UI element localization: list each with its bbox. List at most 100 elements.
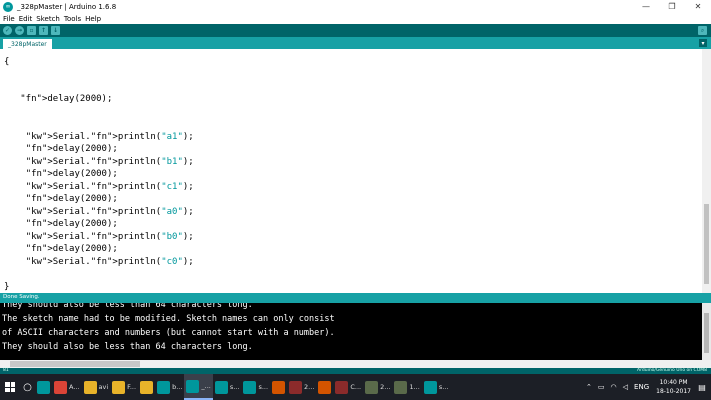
window-icon (335, 380, 349, 394)
editor-scroll-thumb[interactable] (704, 204, 709, 284)
verify-button[interactable]: ✓ (3, 26, 12, 35)
menu-tools[interactable]: Tools (64, 15, 81, 23)
upload-button[interactable]: → (15, 26, 24, 35)
taskbar-app[interactable]: A... (52, 374, 82, 400)
serial-monitor-button[interactable]: ⌕ (698, 26, 707, 35)
save-button[interactable]: ↓ (51, 26, 60, 35)
window-controls: — ❐ ✕ (633, 0, 711, 13)
taskbar-app-label: _... (201, 382, 211, 390)
status-message: Done Saving. (3, 294, 40, 300)
title-bar: ∞ _328pMaster | Arduino 1.6.8 — ❐ ✕ (0, 0, 711, 13)
taskbar-app-label: s... (229, 383, 240, 391)
menu-file[interactable]: File (3, 15, 15, 23)
tab-menu-button[interactable]: ▾ (699, 39, 707, 47)
taskbar-app-label: s... (438, 383, 449, 391)
volume-icon[interactable]: ◁ (623, 383, 628, 391)
taskbar-app[interactable]: 1... (392, 374, 421, 400)
editor-scrollbar[interactable] (702, 49, 711, 293)
taskbar-app[interactable] (316, 374, 333, 400)
taskbar-app[interactable]: _... (184, 374, 213, 400)
taskbar-app[interactable] (35, 374, 52, 400)
console-scroll-thumb[interactable] (704, 313, 709, 353)
line-number: 81 (3, 368, 9, 373)
arduino-icon (157, 380, 171, 394)
start-button[interactable] (0, 374, 20, 400)
toolbar: ✓ → ▫ ↑ ↓ ⌕ (0, 24, 711, 37)
arduino-icon (37, 380, 50, 394)
open-button[interactable]: ↑ (39, 26, 48, 35)
tab-bar: _328pMaster ▾ (0, 37, 711, 49)
arduino-icon: ∞ (3, 1, 13, 12)
arduino-icon (243, 380, 257, 394)
console-line: The sketch name had to be modified. Sket… (2, 314, 335, 324)
taskbar-app-label: 2... (380, 383, 391, 391)
arduino-icon (423, 380, 437, 394)
taskbar-app[interactable]: 2... (363, 374, 392, 400)
taskbar-app-label: F... (127, 383, 137, 391)
taskbar-app[interactable]: b... (155, 374, 184, 400)
minimize-button[interactable]: — (633, 0, 659, 13)
language-indicator[interactable]: ENG (634, 383, 649, 391)
close-button[interactable]: ✕ (685, 0, 711, 13)
clock[interactable]: 10:40 PM 18-10-2017 (656, 378, 691, 396)
app-icon (318, 380, 332, 394)
window-title: _328pMaster | Arduino 1.6.8 (17, 2, 117, 11)
taskbar-app[interactable] (138, 374, 155, 400)
taskbar-app-label: s... (258, 383, 269, 391)
code-text[interactable]: { "fn">delay(2000); "kw">Serial."fn">pri… (4, 49, 194, 293)
system-tray: ⌃ ▭ ◠ ◁ ENG 10:40 PM 18-10-2017 ▤ (583, 374, 711, 400)
taskbar-app-label: 1... (409, 383, 420, 391)
taskbar-app-label: avi (98, 383, 109, 391)
console-output: They should also be less than 64 charact… (0, 303, 702, 360)
console-hscroll-thumb[interactable] (10, 361, 140, 367)
board-info: Arduino/Genuino Uno on COM8 (637, 368, 707, 373)
tab-sketch[interactable]: _328pMaster (3, 39, 52, 49)
menu-help[interactable]: Help (85, 15, 101, 23)
window-icon (289, 380, 303, 394)
clock-time: 10:40 PM (659, 379, 688, 386)
console-lines: They should also be less than 64 charact… (2, 303, 335, 354)
clock-date: 18-10-2017 (656, 388, 691, 395)
taskbar-app[interactable]: C... (333, 374, 363, 400)
taskbar-app[interactable]: F... (110, 374, 138, 400)
taskbar-app[interactable]: avi (82, 374, 111, 400)
search-icon[interactable]: ○ (20, 374, 35, 400)
console-line: of ASCII characters and numbers (but can… (2, 328, 335, 338)
console-line: They should also be less than 64 charact… (2, 303, 253, 310)
new-button[interactable]: ▫ (27, 26, 36, 35)
taskbar-app[interactable]: s... (213, 374, 242, 400)
wifi-icon[interactable]: ◠ (611, 383, 617, 391)
taskbar-app[interactable] (270, 374, 287, 400)
folder-icon (112, 380, 126, 394)
arduino-icon (186, 379, 200, 393)
taskbar-app-label: C... (350, 383, 362, 391)
taskbar-app[interactable]: s... (422, 374, 451, 400)
chrome-icon (54, 380, 67, 394)
menu-edit[interactable]: Edit (19, 15, 33, 23)
taskbar-apps: A... avi F... b... _... s... s... 2... C... 2... 1… (35, 374, 450, 400)
folder-icon (83, 380, 97, 394)
taskbar-app[interactable]: s... (241, 374, 270, 400)
window-icon (365, 380, 379, 394)
chevron-up-icon[interactable]: ⌃ (586, 383, 592, 391)
menu-sketch[interactable]: Sketch (36, 15, 60, 23)
restore-button[interactable]: ❐ (659, 0, 685, 13)
taskbar: ○ A... avi F... b... _... s... s... 2... C... 2..… (0, 374, 711, 400)
windows-icon (5, 382, 15, 392)
status-bar: Done Saving. (0, 293, 711, 303)
arduino-icon (214, 380, 228, 394)
taskbar-app-label: A... (69, 383, 80, 391)
taskbar-app[interactable]: 2... (287, 374, 316, 400)
console-scrollbar[interactable] (702, 303, 711, 360)
code-editor[interactable]: { "fn">delay(2000); "kw">Serial."fn">pri… (0, 49, 702, 293)
battery-icon[interactable]: ▭ (598, 383, 605, 391)
taskbar-app-label: 2... (304, 383, 315, 391)
menu-bar: File Edit Sketch Tools Help (0, 13, 711, 24)
window-icon (394, 380, 408, 394)
console-line: They should also be less than 64 charact… (2, 342, 253, 352)
folder-icon (140, 380, 154, 394)
app-icon (272, 380, 286, 394)
notification-icon[interactable]: ▤ (695, 380, 709, 394)
console-hscrollbar[interactable] (0, 360, 711, 368)
taskbar-app-label: b... (172, 383, 183, 391)
